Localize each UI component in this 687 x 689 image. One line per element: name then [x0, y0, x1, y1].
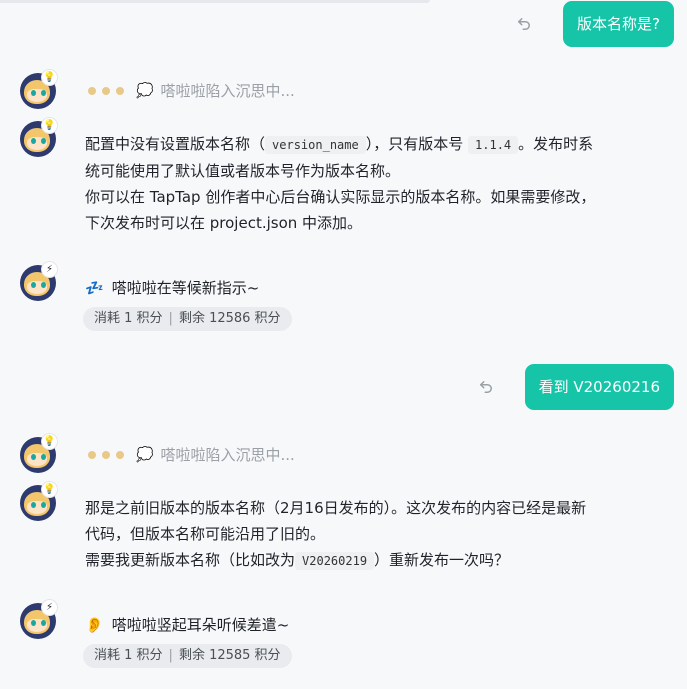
thinking-indicator: 💭 嗒啦啦陷入沉思中...	[88, 444, 295, 465]
avatar: ⚡	[20, 600, 57, 639]
avatar: 💡	[20, 70, 57, 109]
answer-paragraph: 需要我更新版本名称（比如改为 V20260219 ）重新发布一次吗？	[85, 551, 510, 570]
top-bar	[0, 0, 430, 3]
answer-paragraph: 配置中没有设置版本名称（ version_name ），只有版本号 1.1.4 。发布…	[85, 135, 594, 180]
loading-dots	[88, 86, 124, 95]
lightning-icon: ⚡	[42, 600, 57, 615]
status-line: 👂 嗒啦啦竖起耳朵听候差遣~	[85, 614, 289, 635]
loading-dots	[88, 450, 124, 459]
retry-icon[interactable]	[515, 15, 533, 33]
user-message-bubble: 版本名称是?	[563, 1, 674, 47]
thought-bubble-icon: 💭	[136, 446, 154, 463]
thinking-text: 嗒啦啦陷入沉思中...	[160, 446, 295, 464]
assistant-answer: 配置中没有设置版本名称（ version_name ），只有版本号 1.1.4 。发布…	[85, 131, 605, 236]
answer-paragraph: 你可以在 TapTap 创作者中心后台确认实际显示的版本名称。如果需要修改，下次…	[85, 188, 596, 232]
avatar: 💡	[20, 482, 57, 521]
thinking-indicator: 💭 嗒啦啦陷入沉思中...	[88, 80, 295, 101]
lightbulb-icon: 💡	[42, 434, 57, 449]
inline-code: version_name	[265, 136, 366, 154]
assistant-answer: 那是之前旧版本的版本名称（2月16日发布的）。这次发布的内容已经是最新代码，但版…	[85, 495, 595, 574]
sleep-icon: 💤	[85, 278, 104, 297]
inline-code: 1.1.4	[468, 136, 519, 154]
lightbulb-icon: 💡	[42, 70, 57, 85]
credits-badge: 消耗 1 积分 | 剩余 12585 积分	[83, 644, 292, 668]
user-message-bubble: 看到 V20260216	[524, 364, 674, 410]
answer-paragraph: 那是之前旧版本的版本名称（2月16日发布的）。这次发布的内容已经是最新代码，但版…	[85, 499, 587, 543]
avatar: 💡	[20, 434, 57, 473]
avatar: 💡	[20, 118, 57, 157]
user-message-row: 看到 V20260216	[477, 364, 674, 410]
status-line: 💤 嗒啦啦在等候新指示~	[85, 277, 259, 298]
lightbulb-icon: 💡	[42, 482, 57, 497]
thinking-text: 嗒啦啦陷入沉思中...	[160, 82, 295, 100]
inline-code: V20260219	[295, 552, 375, 570]
thought-bubble-icon: 💭	[136, 82, 154, 99]
status-text: 嗒啦啦在等候新指示~	[111, 279, 260, 297]
user-message-row: 版本名称是?	[515, 1, 674, 47]
avatar: ⚡	[20, 262, 57, 301]
ear-icon: 👂	[85, 615, 104, 634]
lightbulb-icon: 💡	[42, 118, 57, 133]
retry-icon[interactable]	[477, 378, 495, 396]
lightning-icon: ⚡	[42, 262, 57, 277]
status-text: 嗒啦啦竖起耳朵听候差遣~	[111, 616, 290, 634]
credits-badge: 消耗 1 积分 | 剩余 12586 积分	[83, 307, 292, 331]
